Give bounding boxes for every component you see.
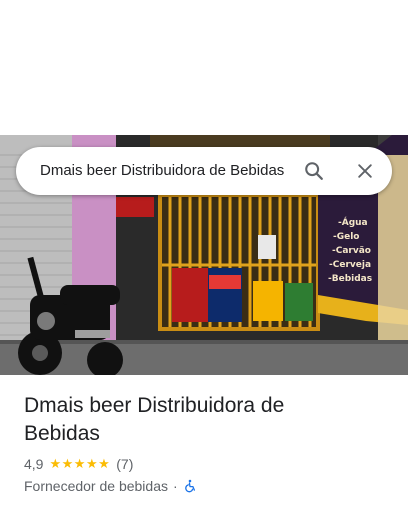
banner-line-2: -Gelo <box>333 232 360 242</box>
search-button[interactable] <box>298 155 330 187</box>
banner-line-1: -Água <box>338 216 368 228</box>
star-icon: ★ <box>61 456 74 471</box>
banner-line-4: -Cerveja <box>329 260 371 270</box>
wheelchair-icon <box>183 479 198 494</box>
star-icon: ★ <box>98 456 110 471</box>
search-bar[interactable]: Dmais beer Distribuidora de Bebidas <box>16 147 392 195</box>
close-icon <box>358 164 372 178</box>
place-category: Fornecedor de bebidas <box>24 478 168 494</box>
rating-value: 4,9 <box>24 456 44 472</box>
place-title[interactable]: Dmais beer Distribuidora de Bebidas <box>24 392 364 448</box>
separator: · <box>173 478 178 494</box>
star-icon: ★ <box>73 456 86 471</box>
search-input[interactable]: Dmais beer Distribuidora de Bebidas <box>40 147 288 195</box>
rating-stars: ★ ★ ★ ★ ★ <box>49 457 110 471</box>
star-icon: ★ <box>85 456 98 471</box>
banner-line-3: -Carvão <box>332 246 371 256</box>
star-icon: ★ <box>49 456 62 471</box>
rating-row[interactable]: 4,9 ★ ★ ★ ★ ★ (7) <box>24 455 133 473</box>
search-icon <box>305 162 323 180</box>
banner-line-5: -Bebidas <box>328 274 372 284</box>
close-button[interactable] <box>349 155 381 187</box>
category-row: Fornecedor de bebidas · <box>24 477 198 495</box>
review-count[interactable]: (7) <box>116 456 133 472</box>
